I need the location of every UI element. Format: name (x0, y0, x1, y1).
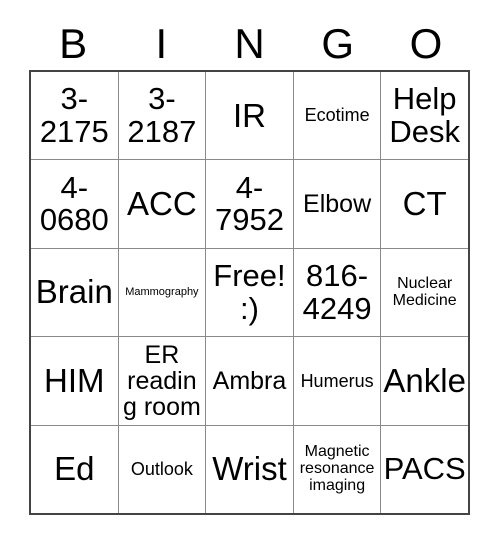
bingo-header-row: B I N G O (29, 18, 470, 70)
bingo-cell-label: Elbow (303, 190, 372, 219)
bingo-cell-label: Mammography (125, 285, 199, 298)
bingo-cell[interactable]: 3-2187 (119, 72, 207, 160)
bingo-row: Ed Outlook Wrist Magnetic resonance imaging… (31, 425, 468, 514)
bingo-cell-label: ER reading room (122, 340, 201, 421)
bingo-cell[interactable]: 4-7952 (206, 160, 294, 248)
bingo-cell-label: 4-0680 (39, 169, 109, 238)
bingo-cell-label: 4-7952 (215, 169, 284, 238)
bingo-cell[interactable]: Ankle (381, 337, 468, 424)
bingo-card: B I N G O 3-2175 3-2187 IR Ecotime Help Desk… (0, 0, 500, 544)
bingo-row: 4-0680 ACC 4-7952 Elbow CT (31, 160, 468, 249)
bingo-cell-label: Free! :) (213, 258, 286, 326)
bingo-cell[interactable]: Ecotime (294, 72, 382, 160)
bingo-cell[interactable]: Mammography (119, 248, 207, 337)
bingo-cell-label: Help Desk (389, 81, 460, 149)
bingo-cell[interactable]: Nuclear Medicine (381, 249, 468, 336)
bingo-header-letter-b: B (59, 20, 88, 67)
bingo-cell-label: Magnetic resonance imaging (299, 443, 375, 494)
bingo-row: HIM ER reading room Ambra Humerus Ankle (31, 337, 468, 426)
bingo-cell[interactable]: IR (206, 72, 294, 160)
bingo-cell[interactable]: PACS (381, 426, 468, 513)
bingo-cell[interactable]: Ed (31, 425, 119, 514)
bingo-cell[interactable]: Free! :) (206, 248, 294, 337)
bingo-cell-label: Ankle (383, 361, 466, 399)
bingo-cell[interactable]: ER reading room (119, 337, 207, 425)
bingo-cell-label: 3-2175 (39, 81, 109, 149)
bingo-grid: 3-2175 3-2187 IR Ecotime Help Desk 4-0680 ACC 4… (29, 70, 470, 515)
bingo-cell[interactable]: Outlook (119, 425, 207, 514)
bingo-header-letter-o: O (409, 20, 443, 67)
bingo-cell-label: IR (232, 96, 266, 134)
bingo-cell[interactable]: Help Desk (381, 72, 468, 159)
bingo-cell[interactable]: CT (381, 160, 468, 247)
bingo-row: 3-2175 3-2187 IR Ecotime Help Desk (31, 72, 468, 161)
bingo-row: Brain Mammography Free! :) 816-4249 Nuclear … (31, 248, 468, 338)
bingo-cell-label: Nuclear Medicine (392, 274, 457, 309)
bingo-header-letter-n: N (234, 20, 265, 67)
bingo-cell[interactable]: Elbow (294, 160, 382, 248)
bingo-cell[interactable]: Humerus (294, 337, 382, 425)
bingo-cell-label: Brain (35, 273, 113, 311)
bingo-cell[interactable]: Ambra (206, 337, 294, 425)
bingo-header-letter-g: G (321, 20, 355, 67)
bingo-cell[interactable]: ACC (119, 160, 207, 248)
bingo-cell-label: HIM (44, 361, 105, 399)
bingo-cell-label: Ecotime (304, 105, 370, 126)
bingo-cell-label: Wrist (212, 450, 287, 488)
bingo-cell-label: 3-2187 (127, 81, 197, 149)
bingo-header-letter-i: I (155, 20, 168, 67)
bingo-cell-label: Ed (54, 450, 95, 488)
bingo-cell[interactable]: Magnetic resonance imaging (294, 425, 382, 514)
bingo-cell[interactable]: 4-0680 (31, 160, 119, 248)
bingo-cell-label: PACS (383, 451, 466, 487)
bingo-cell-label: ACC (127, 184, 197, 222)
bingo-cell-label: Ambra (212, 366, 287, 395)
bingo-cell[interactable]: 816-4249 (294, 248, 382, 337)
bingo-cell-label: CT (402, 184, 447, 222)
bingo-cell-label: Humerus (300, 370, 374, 391)
bingo-cell[interactable]: HIM (31, 337, 119, 425)
bingo-cell[interactable]: Brain (31, 248, 119, 337)
bingo-cell-label: 816-4249 (302, 258, 372, 326)
bingo-cell[interactable]: Wrist (206, 425, 294, 514)
bingo-cell[interactable]: 3-2175 (31, 72, 119, 160)
bingo-cell-label: Outlook (130, 458, 193, 479)
